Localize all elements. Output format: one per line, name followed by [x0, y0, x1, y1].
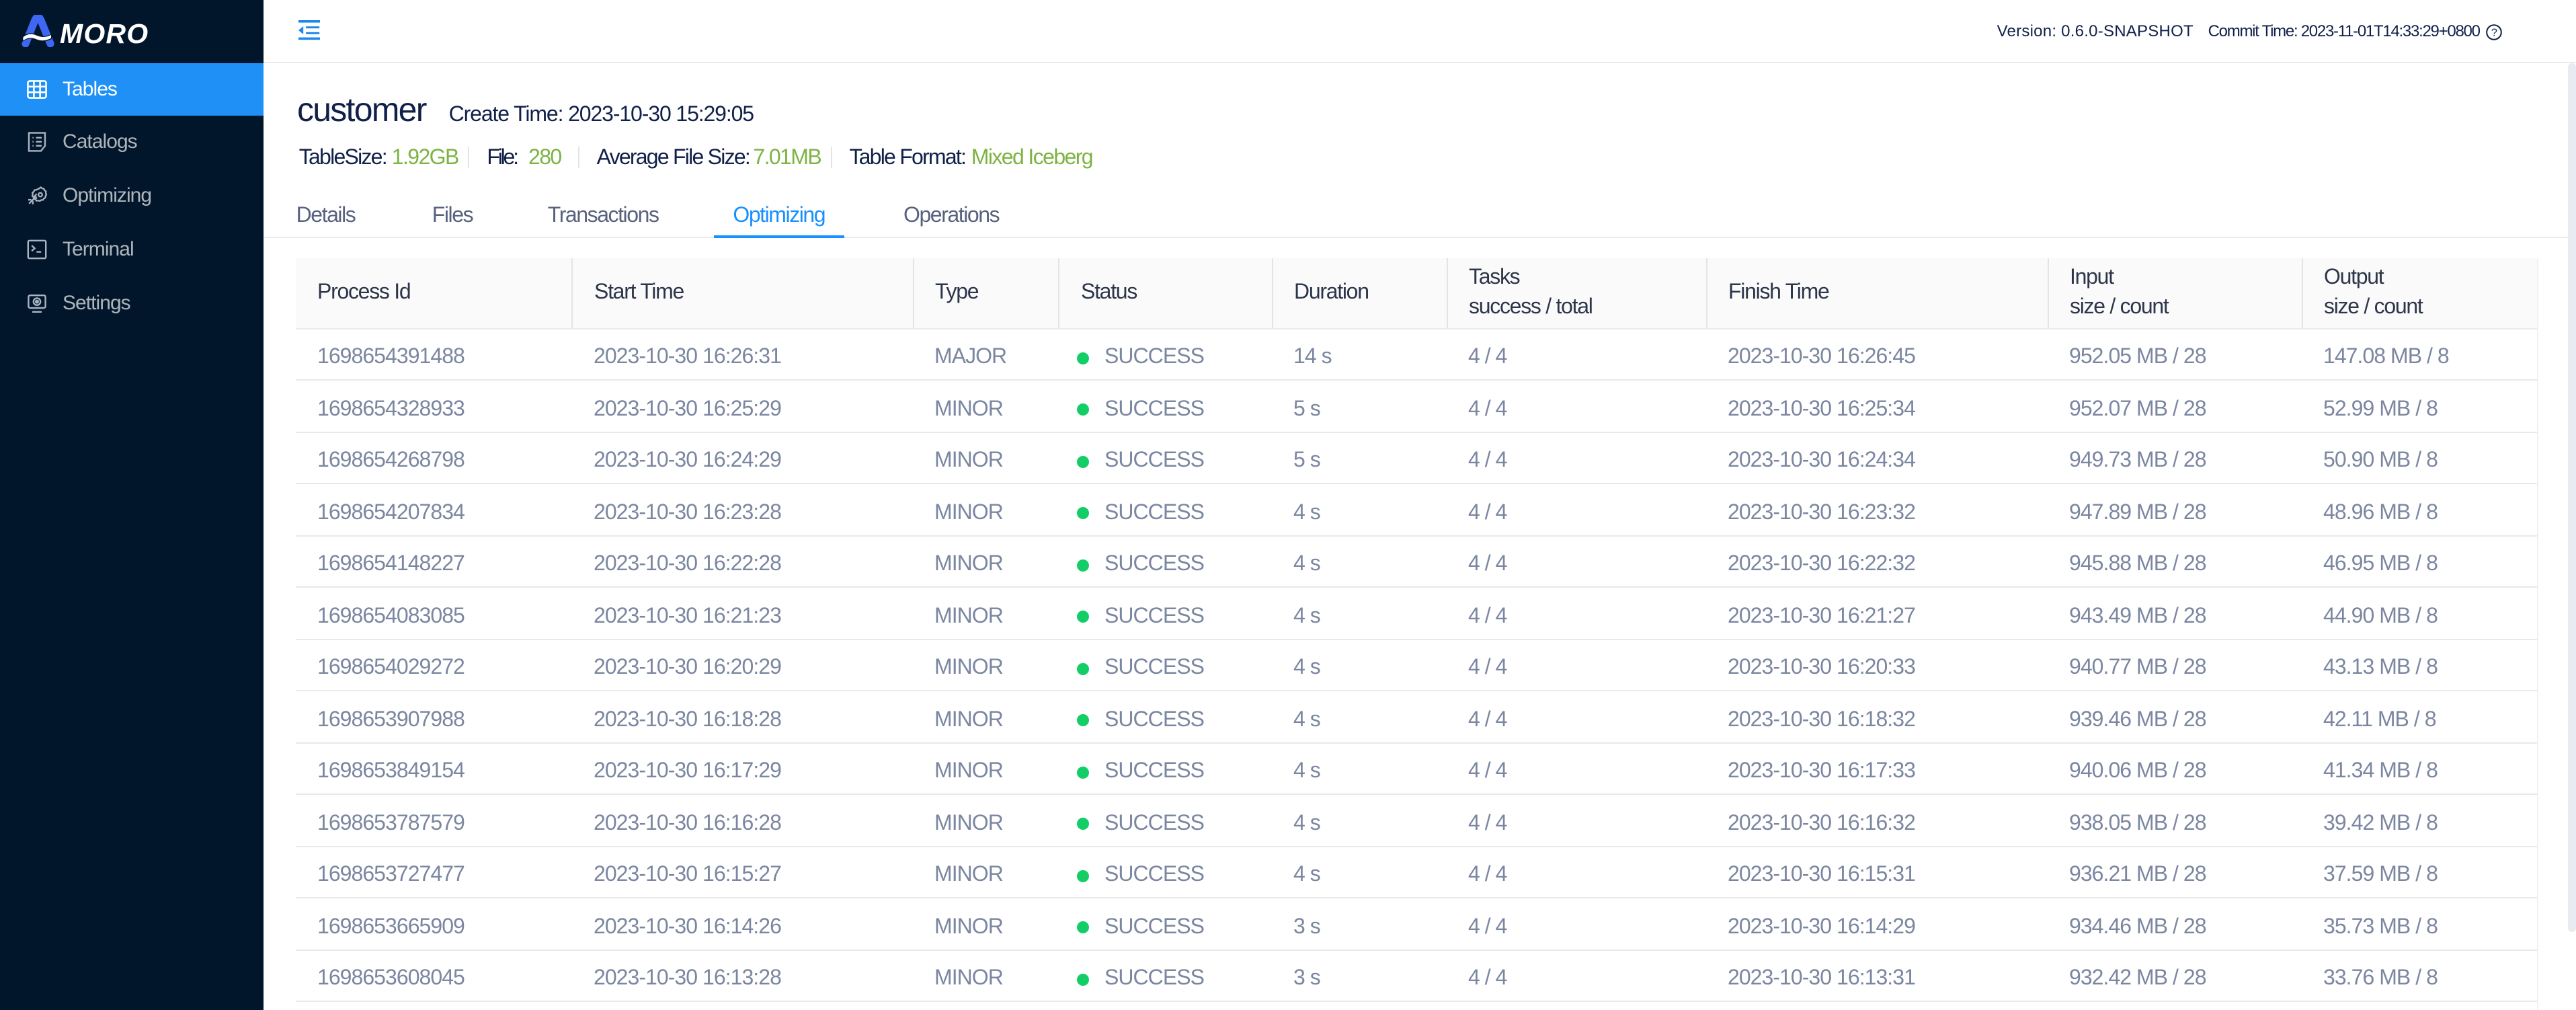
svg-text:?: ? [2491, 27, 2497, 38]
svg-text:MORO: MORO [60, 18, 149, 47]
